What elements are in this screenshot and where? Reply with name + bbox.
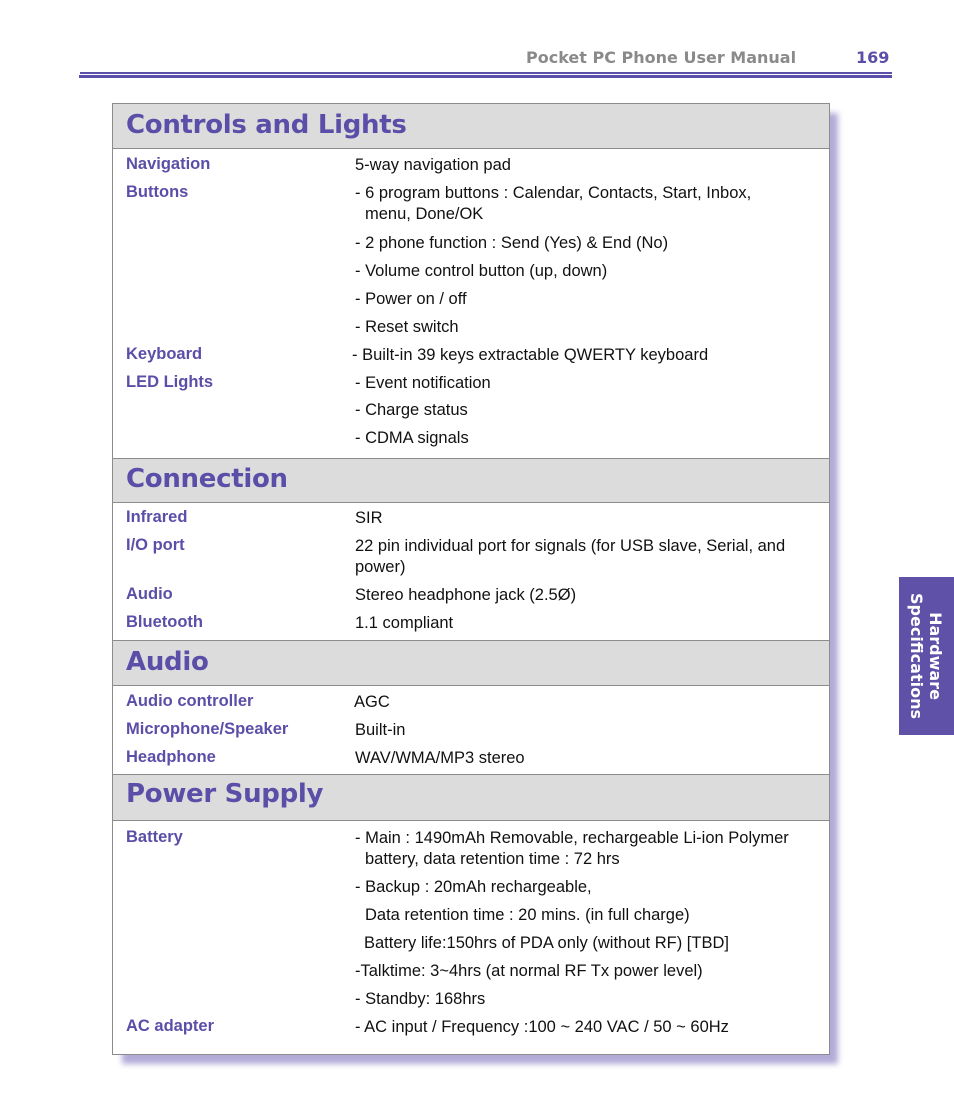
spec-value: - AC input / Frequency :100 ~ 240 VAC / …	[355, 1018, 729, 1036]
section-header-power-supply: Power Supply	[113, 774, 829, 821]
spec-label-buttons: Buttons	[126, 183, 189, 201]
spec-value: - Charge status	[355, 401, 468, 419]
spec-value: AGC	[354, 693, 390, 711]
spec-value: - Volume control button (up, down)	[355, 262, 608, 280]
spec-table: Controls and Lights Navigation 5-way nav…	[112, 103, 830, 1055]
page-number: 169	[856, 48, 890, 67]
spec-value: power)	[355, 558, 406, 576]
spec-label-keyboard: Keyboard	[126, 345, 203, 363]
section-title: Power Supply	[126, 779, 324, 809]
spec-value: 22 pin individual port for signals (for …	[355, 537, 786, 555]
spec-value: - Event notification	[355, 374, 491, 392]
spec-value: - Backup : 20mAh rechargeable,	[355, 878, 592, 896]
spec-value: 1.1 compliant	[355, 614, 454, 632]
spec-label-ac-adapter: AC adapter	[126, 1017, 215, 1035]
header-rule-thin	[80, 72, 892, 74]
spec-value: - Power on / off	[355, 290, 467, 308]
spec-value: - Built-in 39 keys extractable QWERTY ke…	[352, 346, 709, 364]
spec-value: -Talktime: 3~4hrs (at normal RF Tx power…	[355, 962, 703, 980]
section-title: Controls and Lights	[126, 110, 407, 140]
section-title: Audio	[126, 647, 209, 677]
spec-label-audio-controller: Audio controller	[126, 692, 254, 710]
section-header-audio: Audio	[113, 640, 829, 686]
spec-value: Data retention time : 20 mins. (in full …	[365, 906, 690, 924]
header-rule-thick	[79, 75, 892, 78]
chapter-tab-line2: Specifications	[907, 593, 927, 719]
spec-value: - 2 phone function : Send (Yes) & End (N…	[355, 234, 669, 252]
spec-value: 5-way navigation pad	[355, 156, 511, 174]
spec-label-headphone: Headphone	[126, 748, 216, 766]
spec-value: WAV/WMA/MP3 stereo	[355, 749, 525, 767]
section-header-connection: Connection	[113, 458, 829, 503]
spec-value: - Main : 1490mAh Removable, rechargeable…	[355, 829, 789, 847]
spec-label-audio-jack: Audio	[126, 585, 173, 603]
section-title: Connection	[126, 464, 288, 494]
chapter-tab-line1: Hardware	[926, 612, 946, 700]
spec-value: Built-in	[355, 721, 406, 739]
spec-value: battery, data retention time : 72 hrs	[365, 850, 620, 868]
spec-label-led-lights: LED Lights	[126, 373, 214, 391]
spec-value: - Standby: 168hrs	[355, 990, 486, 1008]
spec-label-battery: Battery	[126, 828, 183, 846]
manual-title: Pocket PC Phone User Manual	[526, 48, 797, 67]
spec-value: menu, Done/OK	[365, 205, 484, 223]
spec-value: SIR	[355, 509, 383, 527]
spec-value: - 6 program buttons : Calendar, Contacts…	[355, 184, 752, 202]
spec-value: Battery life:150hrs of PDA only (without…	[364, 934, 729, 952]
spec-value: Stereo headphone jack (2.5Ø)	[355, 586, 577, 604]
spec-label-microphone-speaker: Microphone/Speaker	[126, 720, 289, 738]
spec-value: - CDMA signals	[355, 429, 469, 447]
spec-label-infrared: Infrared	[126, 508, 188, 526]
spec-label-io-port: I/O port	[126, 536, 185, 554]
spec-label-bluetooth: Bluetooth	[126, 613, 203, 631]
chapter-tab[interactable]: Hardware Specifications	[899, 577, 954, 735]
spec-label-navigation: Navigation	[126, 155, 211, 173]
spec-value: - Reset switch	[355, 318, 459, 336]
section-header-controls: Controls and Lights	[113, 103, 829, 149]
